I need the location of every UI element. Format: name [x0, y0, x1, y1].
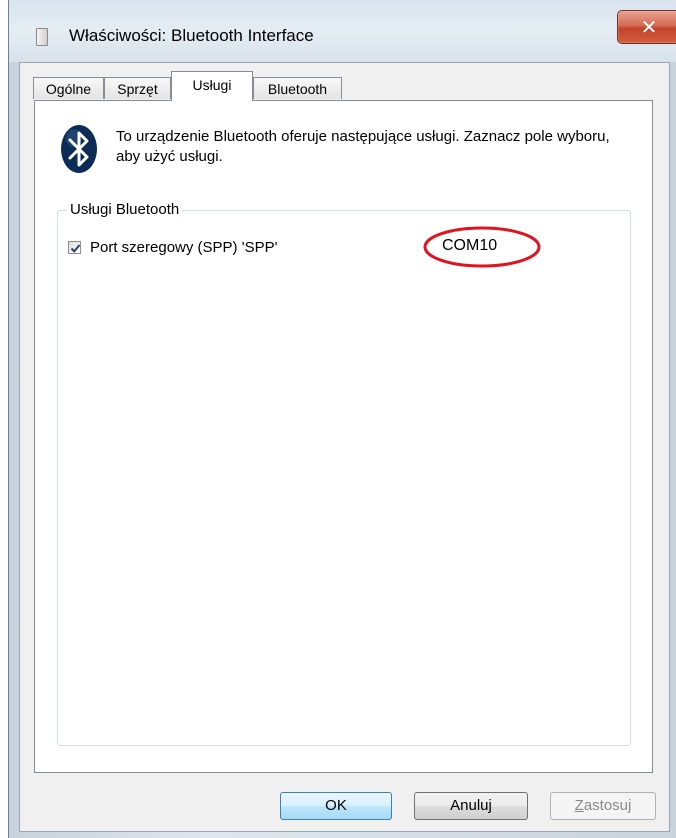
- close-icon: ✕: [640, 16, 658, 39]
- cancel-button-label: Anuluj: [450, 797, 492, 814]
- window-title: Właściwości: Bluetooth Interface: [69, 26, 314, 45]
- apply-accesskey: Z: [574, 797, 584, 814]
- tab-services[interactable]: Usługi: [171, 71, 253, 101]
- tab-services-label: Usługi: [192, 77, 232, 93]
- tab-bluetooth-label: Bluetooth: [267, 81, 328, 97]
- apply-button-label: astosuj: [583, 797, 632, 814]
- tab-hardware[interactable]: Sprzęt: [104, 77, 171, 99]
- cancel-button[interactable]: Anuluj: [414, 792, 528, 820]
- tab-general[interactable]: Ogólne: [33, 77, 104, 99]
- apply-button[interactable]: Zastosuj: [550, 792, 656, 820]
- dialog-body: Ogólne Sprzęt Usługi Bluetooth To urządz…: [19, 62, 670, 832]
- tab-bluetooth[interactable]: Bluetooth: [253, 77, 342, 99]
- properties-dialog: Właściwości: Bluetooth Interface ✕ Ogóln…: [0, 0, 676, 838]
- services-description: To urządzenie Bluetooth oferuje następuj…: [116, 128, 610, 165]
- bluetooth-icon: [61, 125, 97, 173]
- device-icon: [36, 28, 48, 46]
- title-bar[interactable]: Właściwości: Bluetooth Interface ✕: [9, 0, 676, 62]
- checkmark-icon: [70, 243, 81, 253]
- service-label: Port szeregowy (SPP) 'SPP': [90, 238, 278, 256]
- red-circle-annotation: [423, 226, 541, 268]
- group-label: Usługi Bluetooth: [67, 201, 183, 218]
- tab-general-label: Ogólne: [45, 81, 92, 97]
- ok-button-label: OK: [325, 797, 347, 814]
- services-panel: To urządzenie Bluetooth oferuje następuj…: [34, 100, 653, 773]
- close-button[interactable]: ✕: [617, 10, 676, 44]
- ok-button[interactable]: OK: [280, 792, 392, 820]
- service-row: Port szeregowy (SPP) 'SPP': [68, 237, 277, 257]
- service-checkbox[interactable]: [68, 240, 81, 254]
- tab-hardware-label: Sprzęt: [117, 81, 158, 97]
- bluetooth-services-group: Usługi Bluetooth Port szeregowy (SPP) 'S…: [57, 201, 631, 746]
